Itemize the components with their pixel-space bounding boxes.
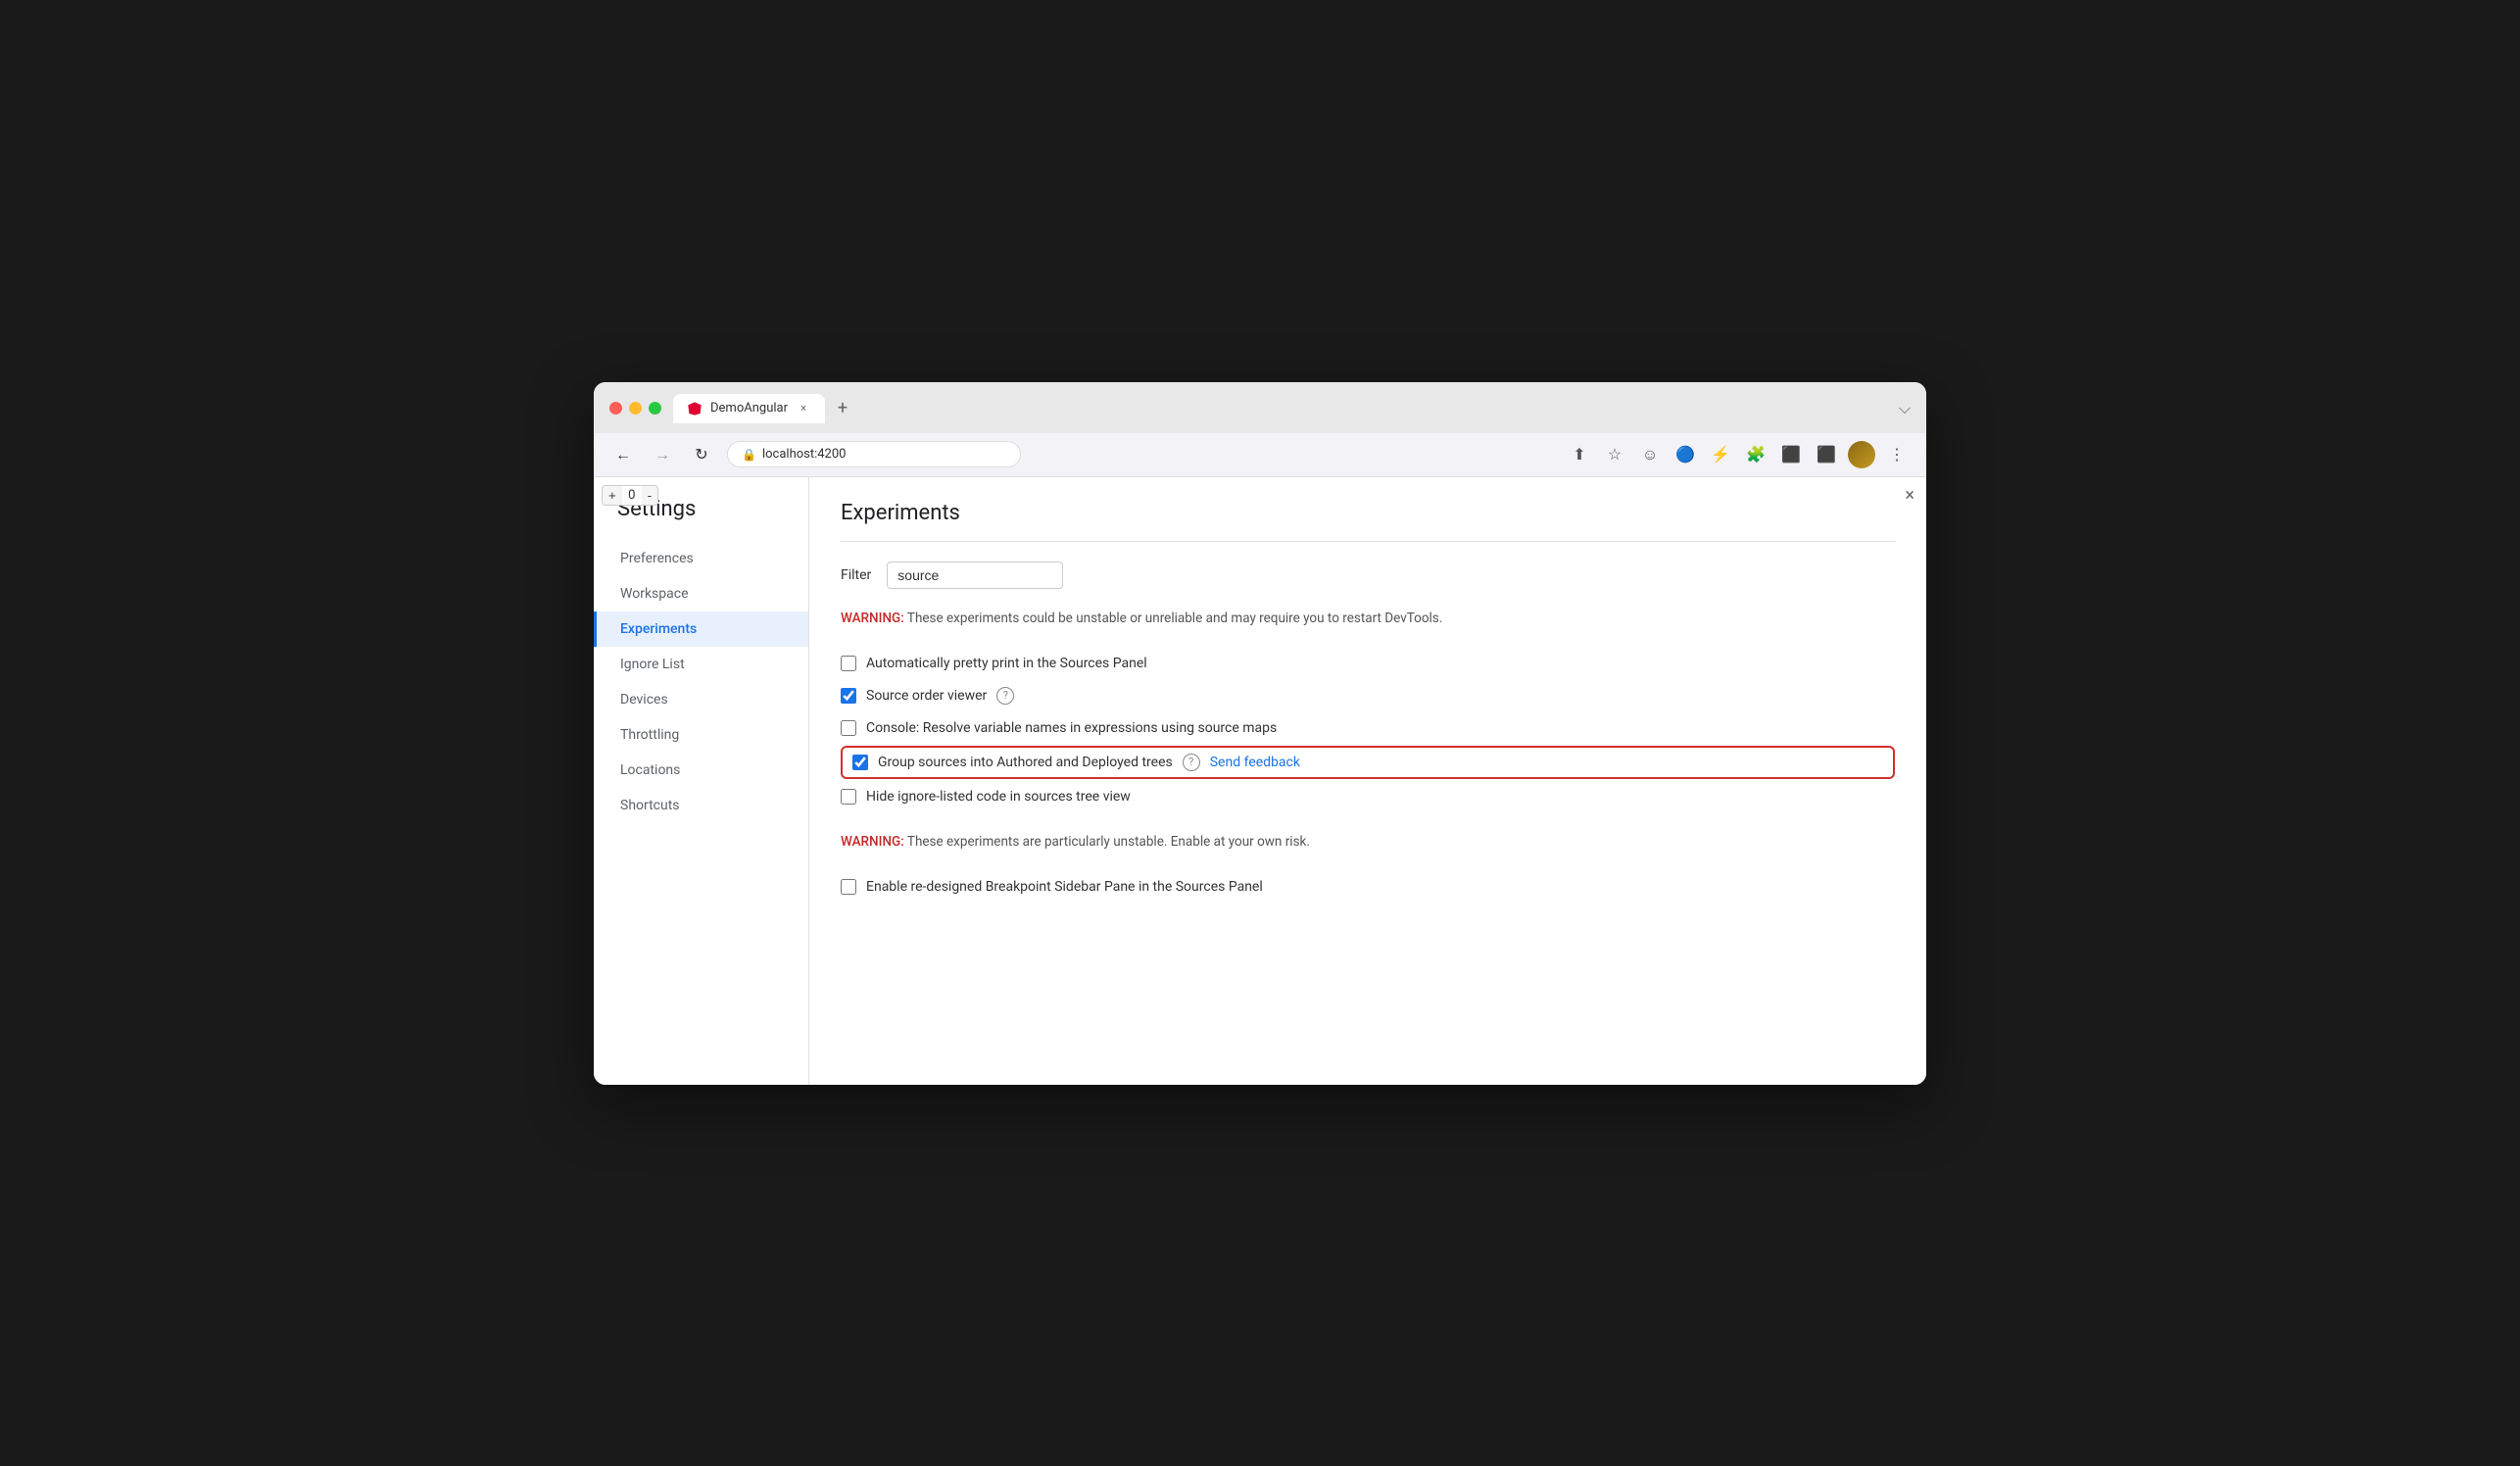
warning-text-1-body: These experiments could be unstable or u… [907, 611, 1442, 626]
group-sources-label: Group sources into Authored and Deployed… [878, 755, 1173, 770]
settings-layout: Settings Preferences Workspace Experimen… [594, 477, 1926, 1085]
warning-text-1: WARNING: These experiments could be unst… [841, 609, 1895, 628]
breakpoint-sidebar-checkbox[interactable] [841, 879, 856, 895]
menu-button[interactable]: ⋮ [1883, 441, 1911, 468]
active-tab[interactable]: DemoAngular × [673, 394, 825, 423]
counter-widget: + 0 - [602, 485, 658, 506]
counter-value: 0 [622, 486, 642, 505]
traffic-light-green[interactable] [649, 402, 661, 415]
counter-plus-button[interactable]: + [603, 486, 622, 505]
breakpoint-sidebar-label: Enable re-designed Breakpoint Sidebar Pa… [866, 879, 1263, 895]
angular-icon [687, 401, 703, 416]
extension-button[interactable]: ⚡ [1707, 441, 1734, 468]
sidebar-item-shortcuts[interactable]: Shortcuts [594, 788, 808, 823]
forward-button[interactable]: → [649, 441, 676, 468]
console-resolve-label: Console: Resolve variable names in expre… [866, 720, 1277, 736]
traffic-lights [609, 402, 661, 415]
tab-expand-button[interactable]: ⌵ [1899, 399, 1911, 418]
warning-label-2: WARNING: [841, 834, 904, 850]
experiments-title: Experiments [841, 501, 1895, 542]
hide-ignore-label: Hide ignore-listed code in sources tree … [866, 789, 1131, 805]
avatar[interactable] [1848, 441, 1875, 468]
hide-ignore-checkbox[interactable] [841, 789, 856, 805]
nav-actions: ⬆ ☆ ☺ 🔵 ⚡ 🧩 ⬛ ⬛ ⋮ [1566, 441, 1911, 468]
warning-text-2: WARNING: These experiments are particula… [841, 832, 1895, 852]
source-order-help-icon[interactable]: ? [996, 687, 1014, 705]
filter-row: Filter [841, 562, 1895, 589]
experiment-breakpoint-sidebar: Enable re-designed Breakpoint Sidebar Pa… [841, 871, 1895, 903]
title-bar-top: DemoAngular × + ⌵ [609, 394, 1911, 423]
sidebar-item-locations[interactable]: Locations [594, 753, 808, 788]
pretty-print-checkbox[interactable] [841, 656, 856, 671]
bookmark-button[interactable]: ☆ [1601, 441, 1628, 468]
experiment-hide-ignore: Hide ignore-listed code in sources tree … [841, 781, 1895, 812]
sidebar-item-ignore-list[interactable]: Ignore List [594, 647, 808, 682]
source-order-checkbox[interactable] [841, 688, 856, 704]
traffic-light-red[interactable] [609, 402, 622, 415]
tab-title: DemoAngular [710, 401, 788, 415]
traffic-light-yellow[interactable] [629, 402, 642, 415]
address-bar[interactable]: 🔒 localhost:4200 [727, 441, 1021, 467]
counter-minus-button[interactable]: - [642, 486, 657, 505]
new-tab-button[interactable]: + [829, 395, 856, 422]
puzzle-button[interactable]: 🧩 [1742, 441, 1769, 468]
sidebar-item-experiments[interactable]: Experiments [594, 611, 808, 647]
devtools-panel: + 0 - × Settings Preferences Workspace E… [594, 477, 1926, 1085]
experiment-pretty-print: Automatically pretty print in the Source… [841, 648, 1895, 679]
reload-button[interactable]: ↻ [688, 441, 715, 468]
translate-button[interactable]: 🔵 [1672, 441, 1699, 468]
filter-input[interactable] [887, 562, 1063, 589]
section-spacer [841, 812, 1895, 832]
sidebar-item-workspace[interactable]: Workspace [594, 576, 808, 611]
experiment-console-resolve: Console: Resolve variable names in expre… [841, 712, 1895, 744]
sidebar-button[interactable]: ⬛ [1813, 441, 1840, 468]
settings-sidebar: Settings Preferences Workspace Experimen… [594, 477, 809, 1085]
address-text: localhost:4200 [762, 447, 847, 462]
group-sources-checkbox[interactable] [852, 755, 868, 770]
face-button[interactable]: ☺ [1636, 441, 1664, 468]
experiment-source-order: Source order viewer ? [841, 679, 1895, 712]
sidebar-item-throttling[interactable]: Throttling [594, 717, 808, 753]
flask-button[interactable]: ⬛ [1777, 441, 1805, 468]
warning-label-1: WARNING: [841, 611, 904, 626]
panel-close-button[interactable]: × [1905, 485, 1914, 506]
pretty-print-label: Automatically pretty print in the Source… [866, 656, 1147, 671]
sidebar-item-preferences[interactable]: Preferences [594, 541, 808, 576]
source-order-label: Source order viewer [866, 688, 987, 704]
sidebar-item-devices[interactable]: Devices [594, 682, 808, 717]
group-sources-help-icon[interactable]: ? [1183, 754, 1200, 771]
tab-bar: DemoAngular × + ⌵ [673, 394, 1911, 423]
tab-close-button[interactable]: × [796, 401, 811, 416]
lock-icon: 🔒 [742, 448, 756, 462]
back-button[interactable]: ← [609, 441, 637, 468]
send-feedback-link[interactable]: Send feedback [1210, 755, 1300, 770]
filter-label: Filter [841, 567, 871, 583]
nav-bar: ← → ↻ 🔒 localhost:4200 ⬆ ☆ ☺ 🔵 ⚡ 🧩 ⬛ ⬛ ⋮ [594, 433, 1926, 477]
main-content: Experiments Filter WARNING: These experi… [809, 477, 1926, 1085]
title-bar: DemoAngular × + ⌵ [594, 382, 1926, 433]
experiment-group-sources: Group sources into Authored and Deployed… [841, 746, 1895, 779]
console-resolve-checkbox[interactable] [841, 720, 856, 736]
share-button[interactable]: ⬆ [1566, 441, 1593, 468]
warning-text-2-body: These experiments are particularly unsta… [907, 834, 1310, 850]
browser-window: DemoAngular × + ⌵ ← → ↻ 🔒 localhost:4200… [594, 382, 1926, 1085]
